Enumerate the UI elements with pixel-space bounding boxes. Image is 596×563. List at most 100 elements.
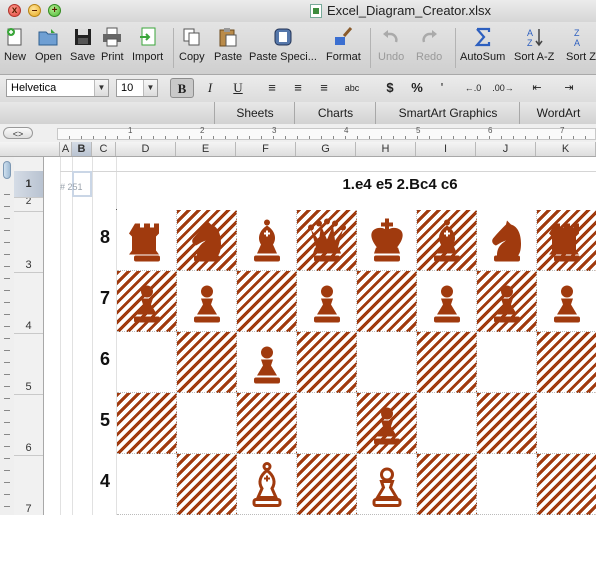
vertical-ruler[interactable] (0, 157, 15, 515)
column-header-a[interactable]: A (60, 142, 72, 156)
close-window-button[interactable]: x (8, 4, 21, 17)
column-header-d[interactable]: D (116, 142, 176, 156)
column-header-k[interactable]: K (536, 142, 596, 156)
column-header-j[interactable]: J (476, 142, 536, 156)
new-button[interactable]: New (4, 26, 26, 63)
wrap-text-button[interactable]: abc (341, 78, 363, 98)
import-icon (139, 27, 156, 46)
column-header-f[interactable]: F (236, 142, 296, 156)
black-pawn-icon[interactable] (182, 276, 232, 327)
align-center-icon[interactable]: ≡ (288, 78, 308, 98)
black-pawn-icon[interactable] (422, 276, 472, 327)
board-square (117, 332, 177, 393)
chess-opening-heading[interactable]: 1.e4 e5 2.Bc4 c6 (160, 176, 596, 193)
paste-button[interactable]: Paste (214, 26, 242, 63)
format-button[interactable]: Format (326, 26, 361, 63)
tab-wordart[interactable]: WordArt (519, 102, 596, 124)
rank-label-4: 4 (99, 471, 110, 491)
black-bishop-icon[interactable] (422, 215, 472, 266)
black-rook-icon[interactable] (122, 215, 172, 266)
zoom-window-button[interactable]: + (48, 4, 61, 17)
title-bar: x – + Excel_Diagram_Creator.xlsx (0, 0, 596, 23)
font-size-select[interactable]: 10 ▼ (116, 79, 158, 97)
tab-sheets[interactable]: Sheets (214, 102, 295, 124)
autosum-button[interactable]: AutoSum (460, 26, 505, 63)
board-square (417, 271, 477, 332)
tab-charts[interactable]: Charts (294, 102, 376, 124)
black-knight-icon[interactable] (182, 215, 232, 266)
toolbar-separator (455, 28, 456, 68)
black-pawn-icon[interactable] (362, 398, 412, 449)
column-header-i[interactable]: I (416, 142, 476, 156)
white-bishop-icon[interactable] (242, 459, 292, 510)
ruler-thumb[interactable] (3, 161, 11, 179)
row-divider (14, 333, 43, 334)
black-pawn-icon[interactable] (242, 337, 292, 388)
black-pawn-icon[interactable] (302, 276, 352, 327)
row-header-3[interactable]: 3 (14, 211, 43, 272)
select-all-corner[interactable] (44, 142, 60, 156)
bold-button[interactable]: B (170, 78, 194, 98)
align-left-icon[interactable]: ≡ (262, 78, 282, 98)
black-rook-icon[interactable] (542, 215, 592, 266)
sort-z-a-button[interactable]: ZA Sort Z (566, 26, 596, 63)
print-button[interactable]: Print (101, 26, 124, 63)
black-pawn-icon[interactable] (482, 276, 532, 327)
increase-decimal-icon[interactable]: ←.0 (462, 78, 484, 98)
underline-button[interactable]: U (228, 78, 248, 98)
row-header-4[interactable]: 4 (14, 272, 43, 333)
column-header-b[interactable]: B (72, 142, 92, 156)
sort-az-icon: AZ (527, 28, 543, 48)
black-queen-icon[interactable] (302, 215, 352, 266)
copy-icon (183, 28, 200, 46)
font-name-select[interactable]: Helvetica ▼ (6, 79, 109, 97)
column-header-e[interactable]: E (176, 142, 236, 156)
board-square (417, 393, 477, 454)
rank-label-7: 7 (99, 288, 110, 308)
svg-text:Z: Z (527, 38, 533, 48)
excel-document-icon (310, 3, 322, 18)
black-pawn-icon[interactable] (122, 276, 172, 327)
black-king-icon[interactable] (362, 215, 412, 266)
decrease-indent-icon[interactable]: ⇤ (526, 78, 548, 98)
increase-indent-icon[interactable]: ⇥ (558, 78, 580, 98)
sort-a-z-button[interactable]: AZ Sort A-Z (514, 26, 554, 63)
row-header-1[interactable]: 1 (14, 171, 43, 197)
column-header-g[interactable]: G (296, 142, 356, 156)
white-pawn-icon[interactable] (362, 459, 412, 510)
tab-smartart-graphics[interactable]: SmartArt Graphics (375, 102, 520, 124)
black-pawn-icon[interactable] (542, 276, 592, 327)
black-knight-icon[interactable] (482, 215, 532, 266)
board-square (177, 332, 237, 393)
row-divider (14, 211, 43, 212)
board-square (177, 393, 237, 454)
currency-button[interactable]: $ (380, 78, 400, 98)
row-header-6[interactable]: 6 (14, 394, 43, 455)
worksheet-grid[interactable]: # 251 1.e4 e5 2.Bc4 c6 8 7 6 5 4 (44, 157, 596, 515)
copy-button[interactable]: Copy (179, 26, 205, 63)
decrease-decimal-icon[interactable]: .00→ (492, 78, 514, 98)
column-header-c[interactable]: C (92, 142, 116, 156)
sort-za-icon: ZA (574, 28, 580, 48)
row-headers: 1 2 3 4 5 6 7 (14, 157, 44, 515)
percent-button[interactable]: % (407, 78, 427, 98)
open-button[interactable]: Open (35, 26, 62, 63)
italic-button[interactable]: I (200, 78, 220, 98)
column-header-h[interactable]: H (356, 142, 416, 156)
save-button[interactable]: Save (70, 26, 95, 63)
row-header-2[interactable]: 2 (14, 197, 43, 211)
horizontal-ruler[interactable] (57, 128, 596, 140)
chessboard (116, 209, 596, 515)
board-square (357, 271, 417, 332)
import-button[interactable]: Import (132, 26, 163, 63)
align-right-icon[interactable]: ≡ (314, 78, 334, 98)
row-header-7[interactable]: 7 (14, 455, 43, 516)
redo-button[interactable]: Redo (416, 26, 442, 63)
page-layout-toggle-icon[interactable]: <> (3, 127, 33, 139)
undo-button[interactable]: Undo (378, 26, 404, 63)
thousands-button[interactable]: ' (432, 78, 452, 98)
paste-special-button[interactable]: Paste Speci... (249, 26, 317, 63)
black-bishop-icon[interactable] (242, 215, 292, 266)
row-header-5[interactable]: 5 (14, 333, 43, 394)
minimize-window-button[interactable]: – (28, 4, 41, 17)
